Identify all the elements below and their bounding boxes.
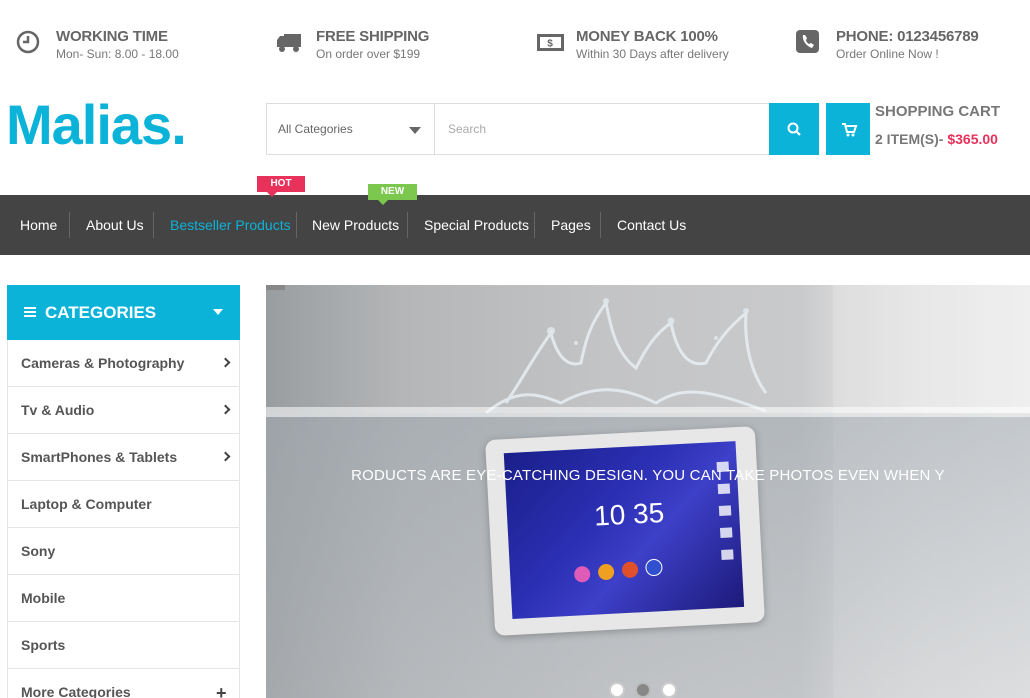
- nav-divider: [600, 212, 601, 238]
- slider-corner-mark: [266, 285, 285, 290]
- slider-pagination: [609, 682, 699, 698]
- truck-icon: [277, 34, 301, 52]
- plus-icon: +: [216, 683, 227, 698]
- slider-dot[interactable]: [661, 682, 677, 698]
- money-back-title: MONEY BACK 100%: [576, 28, 718, 45]
- category-item[interactable]: SmartPhones & Tablets: [8, 434, 239, 481]
- main-nav: Home About Us Bestseller Products New Pr…: [0, 195, 1030, 255]
- chevron-right-icon: [220, 404, 231, 415]
- cart-item-count: 2 ITEM(S)-: [875, 131, 944, 147]
- search-bar: All Categories: [266, 103, 819, 155]
- search-button[interactable]: [769, 103, 819, 155]
- caret-down-icon: [409, 127, 421, 134]
- money-back-sub: Within 30 Days after delivery: [576, 47, 729, 61]
- nav-item-special-products[interactable]: Special Products: [424, 195, 529, 255]
- cart-title[interactable]: SHOPPING CART: [875, 103, 1000, 120]
- search-input[interactable]: [435, 104, 769, 154]
- phone-sub: Order Online Now !: [836, 47, 939, 61]
- category-item[interactable]: Cameras & Photography: [8, 340, 239, 387]
- nav-divider: [69, 212, 70, 238]
- nav-item-bestseller-products[interactable]: Bestseller Products: [170, 195, 291, 255]
- category-label: Cameras & Photography: [21, 355, 185, 371]
- phone-title[interactable]: PHONE: 0123456789: [836, 28, 979, 45]
- nav-item-pages[interactable]: Pages: [551, 195, 591, 255]
- slider-dot-active[interactable]: [635, 682, 651, 698]
- cart-icon: [842, 123, 858, 137]
- nav-item-contact-us[interactable]: Contact Us: [617, 195, 686, 255]
- nav-divider: [407, 212, 408, 238]
- working-time-title: WORKING TIME: [56, 28, 168, 45]
- nav-divider: [534, 212, 535, 238]
- category-item[interactable]: Laptop & Computer: [8, 481, 239, 528]
- money-icon: $: [537, 34, 564, 51]
- svg-text:$: $: [547, 39, 553, 50]
- category-label: Mobile: [21, 590, 66, 606]
- categories-title: CATEGORIES: [45, 303, 157, 322]
- category-list: Cameras & Photography Tv & Audio SmartPh…: [7, 340, 240, 698]
- category-item[interactable]: Sony: [8, 528, 239, 575]
- category-label: Sports: [21, 637, 66, 653]
- more-categories[interactable]: More Categories +: [8, 669, 239, 698]
- top-info-bar: WORKING TIME Mon- Sun: 8.00 - 18.00 FREE…: [0, 0, 1030, 90]
- hero-slider[interactable]: 10 35 RODUCTS ARE EYE-CATCHING DESIGN. Y…: [266, 285, 1030, 698]
- nav-divider: [296, 212, 297, 238]
- water-surface: [266, 407, 1030, 417]
- category-label: Laptop & Computer: [21, 496, 152, 512]
- category-item[interactable]: Mobile: [8, 575, 239, 622]
- category-select[interactable]: All Categories: [267, 104, 435, 154]
- tablet-image: 10 35: [485, 426, 765, 636]
- category-label: Tv & Audio: [21, 402, 95, 418]
- phone-icon: [796, 30, 819, 53]
- nav-item-home[interactable]: Home: [20, 195, 57, 255]
- menu-icon: [24, 307, 36, 317]
- clock-icon: [16, 30, 40, 54]
- nav-divider: [153, 212, 154, 238]
- cart-summary[interactable]: 2 ITEM(S)- $365.00: [875, 131, 998, 147]
- category-select-value: All Categories: [278, 122, 353, 136]
- caret-down-icon: [213, 309, 223, 315]
- site-logo[interactable]: Malias.: [6, 92, 187, 157]
- new-badge: NEW: [368, 184, 417, 205]
- hot-badge: HOT: [257, 176, 305, 197]
- free-shipping-title: FREE SHIPPING: [316, 28, 430, 45]
- free-shipping-sub: On order over $199: [316, 47, 421, 61]
- water-splash-image: [485, 298, 768, 415]
- cart-button[interactable]: [826, 103, 870, 155]
- category-item[interactable]: Tv & Audio: [8, 387, 239, 434]
- category-label: SmartPhones & Tablets: [21, 449, 178, 465]
- slider-dot[interactable]: [609, 682, 625, 698]
- slider-headline: RODUCTS ARE EYE-CATCHING DESIGN. YOU CAN…: [351, 467, 945, 484]
- nav-item-about-us[interactable]: About Us: [86, 195, 144, 255]
- category-label: Sony: [21, 543, 56, 559]
- working-time-hours: Mon- Sun: 8.00 - 18.00: [56, 47, 179, 61]
- categories-header[interactable]: CATEGORIES: [7, 285, 240, 340]
- search-icon: [787, 122, 801, 136]
- chevron-right-icon: [220, 357, 231, 368]
- category-item[interactable]: Sports: [8, 622, 239, 669]
- cart-total: $365.00: [947, 131, 998, 147]
- category-label: More Categories: [21, 684, 131, 698]
- chevron-right-icon: [220, 451, 231, 462]
